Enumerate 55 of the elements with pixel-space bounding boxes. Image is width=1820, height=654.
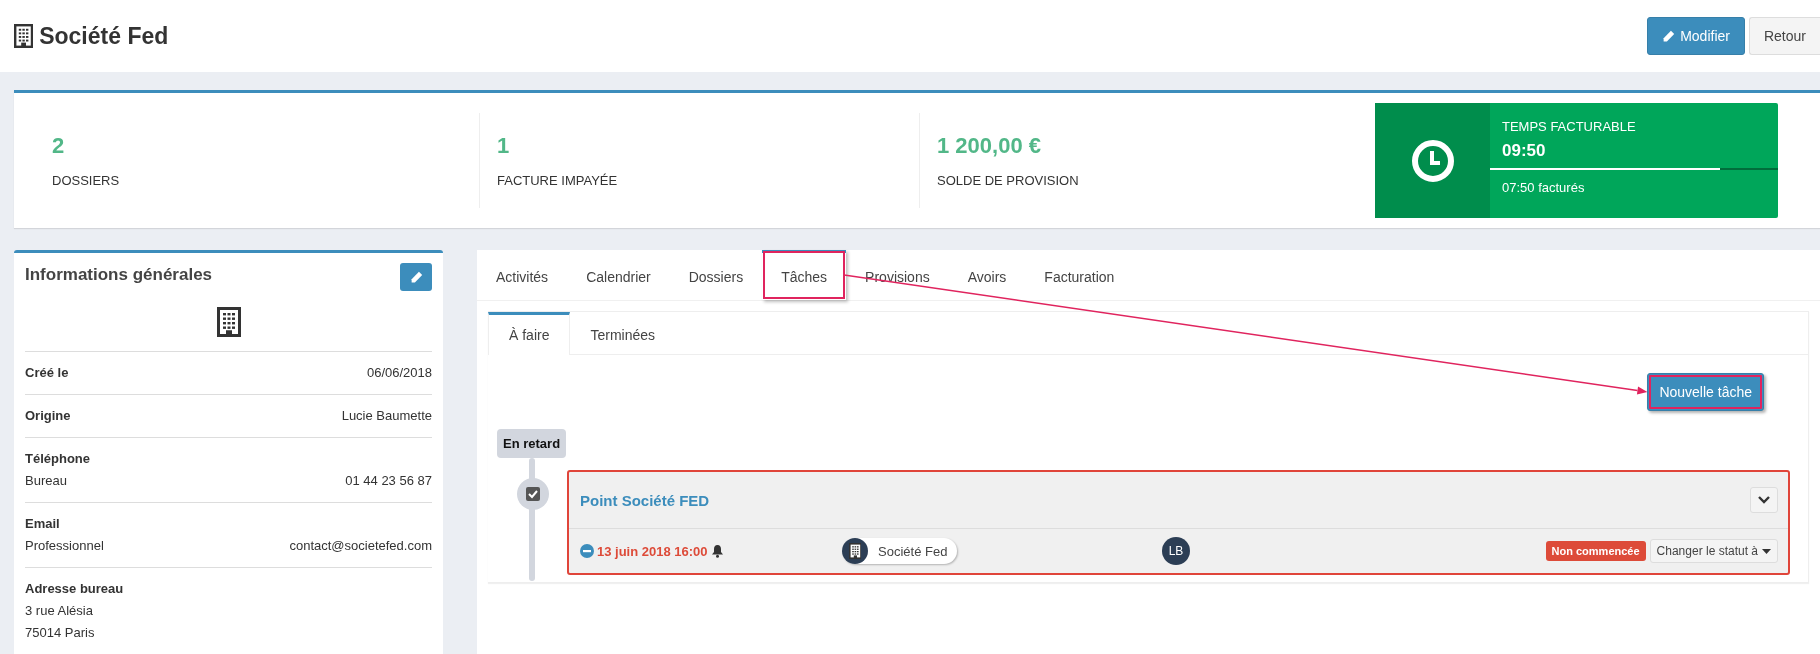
stat-value: 2 xyxy=(52,133,66,159)
address-line: 75014 Paris xyxy=(25,624,96,642)
field-value: 01 44 23 56 87 xyxy=(345,472,432,490)
chevron-down-icon xyxy=(1758,496,1770,504)
field-label: Créé le xyxy=(25,364,69,382)
pencil-icon xyxy=(1662,29,1676,43)
new-task-button[interactable]: Nouvelle tâche xyxy=(1647,373,1764,411)
building-icon xyxy=(14,24,34,48)
tab[interactable]: Dossiers xyxy=(669,250,763,300)
billed-time: 07:50 facturés xyxy=(1501,179,1586,195)
tab[interactable]: Terminées xyxy=(570,312,676,354)
pencil-icon xyxy=(409,270,423,284)
stat-value: 1 200,00 € xyxy=(937,133,1042,159)
status-badge: Non commencée xyxy=(1545,541,1646,561)
tab[interactable]: Provisions xyxy=(846,250,949,300)
panel-title: Informations générales xyxy=(25,265,213,285)
back-button[interactable]: Retour xyxy=(1748,17,1820,55)
group-label: En retard xyxy=(497,429,567,458)
field-value: Lucie Baumette xyxy=(341,407,432,425)
edit-button[interactable]: Modifier xyxy=(1647,17,1745,55)
edit-button[interactable] xyxy=(400,263,432,291)
tab[interactable]: Avoirs xyxy=(948,250,1026,300)
status-dropdown[interactable]: Changer le statut à xyxy=(1649,539,1778,563)
field-sublabel: Professionnel xyxy=(25,537,104,555)
billable-title: TEMPS FACTURABLE xyxy=(1501,119,1637,134)
building-icon xyxy=(848,543,862,559)
tab[interactable]: Calendrier xyxy=(567,250,670,300)
field-label: Email xyxy=(25,515,61,533)
checkbox-icon xyxy=(526,487,540,501)
field-label: Origine xyxy=(25,407,71,425)
field-sublabel: Bureau xyxy=(25,472,67,490)
page-title: Société Fed xyxy=(39,22,169,50)
tab[interactable]: Facturation xyxy=(1025,250,1134,300)
building-icon xyxy=(216,307,241,337)
due-date: 13 juin 2018 16:00 xyxy=(597,543,708,559)
billable-total: 09:50 xyxy=(1501,140,1547,162)
stat-label: SOLDE DE PROVISION xyxy=(937,173,1080,188)
assignee-avatar: LB xyxy=(1162,537,1190,565)
field-value: contact@societefed.com xyxy=(289,537,432,555)
clock-icon xyxy=(1410,138,1455,183)
tab[interactable]: Activités xyxy=(477,250,568,300)
field-value: 06/06/2018 xyxy=(366,364,432,382)
stat-label: FACTURE IMPAYÉE xyxy=(497,173,619,188)
tab[interactable]: À faire xyxy=(488,312,571,355)
caret-icon xyxy=(1762,548,1771,554)
client-name: Société Fed xyxy=(878,543,948,559)
minus-circle-icon xyxy=(580,544,594,558)
field-label: Adresse bureau xyxy=(25,580,125,598)
expand-button[interactable] xyxy=(1750,487,1778,513)
tab[interactable]: Tâches xyxy=(762,250,847,300)
field-label: Téléphone xyxy=(25,450,91,468)
stat-value: 1 xyxy=(497,133,511,159)
client-chip[interactable]: Société Fed xyxy=(842,538,958,564)
address-line: 3 rue Alésia xyxy=(25,602,94,620)
stat-label: DOSSIERS xyxy=(52,173,121,188)
